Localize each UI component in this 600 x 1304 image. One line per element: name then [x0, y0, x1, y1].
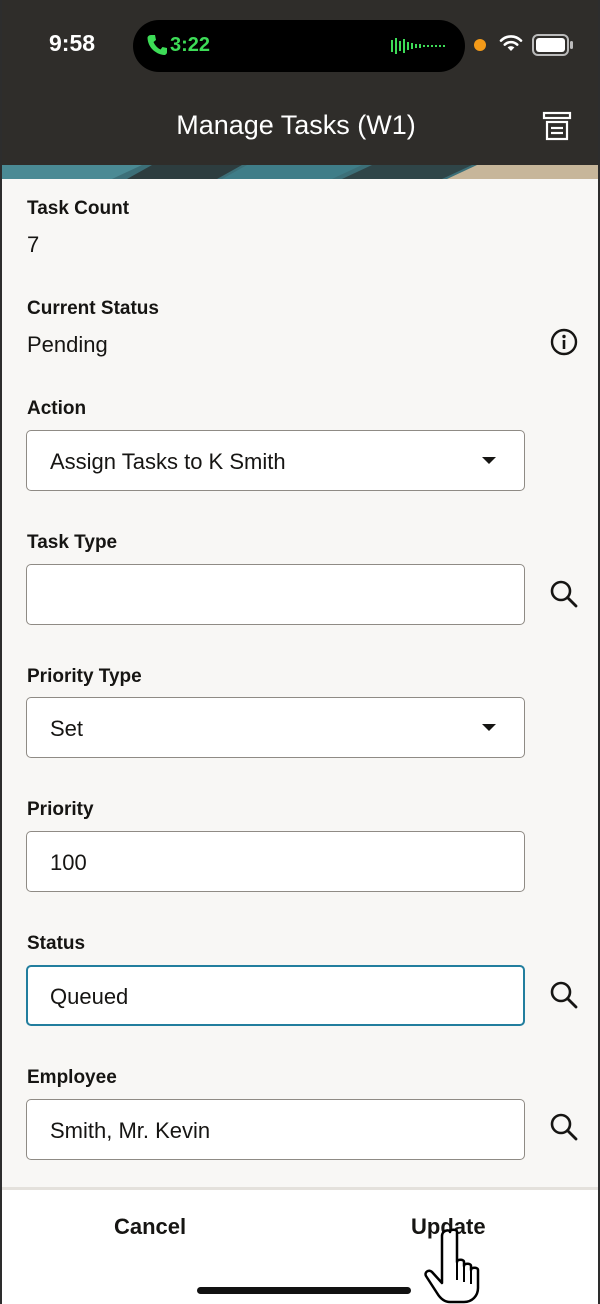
priority-type-select[interactable]: Set [26, 697, 525, 758]
dynamic-island[interactable]: 3:22 [133, 20, 465, 72]
status-input-value: Queued [50, 984, 129, 1009]
priority-input-value: 100 [50, 850, 87, 875]
header-banner-image [2, 165, 598, 179]
status-label: Status [27, 933, 86, 954]
employee-input[interactable]: Smith, Mr. Kevin [26, 1099, 525, 1160]
chevron-down-icon [482, 457, 496, 464]
action-footer: Cancel Update [2, 1187, 598, 1304]
cancel-button[interactable]: Cancel [114, 1212, 186, 1242]
task-count-value: 7 [27, 232, 40, 257]
search-icon[interactable] [549, 980, 579, 1010]
status-input[interactable]: Queued [26, 965, 525, 1026]
priority-type-label: Priority Type [27, 666, 142, 687]
priority-type-select-value: Set [50, 716, 84, 741]
hand-pointer-icon [424, 1228, 480, 1304]
chevron-down-icon [482, 724, 496, 731]
home-indicator[interactable] [197, 1287, 411, 1294]
task-type-input[interactable] [26, 564, 525, 625]
battery-icon [532, 34, 573, 56]
employee-input-value: Smith, Mr. Kevin [50, 1118, 211, 1143]
audio-waveform-icon [391, 38, 445, 54]
action-select-value: Assign Tasks to K Smith [50, 449, 286, 474]
microphone-indicator-dot [474, 39, 486, 51]
search-icon[interactable] [549, 1112, 579, 1142]
phone-icon [147, 35, 167, 55]
current-status-label: Current Status [27, 298, 159, 319]
task-count-label: Task Count [27, 198, 130, 219]
wifi-icon [499, 35, 523, 51]
device-screen: 9:58 3:22 Manage Tasks (W1) Task Count 7… [0, 0, 600, 1304]
priority-label: Priority [27, 799, 94, 820]
priority-input[interactable]: 100 [26, 831, 525, 892]
action-select[interactable]: Assign Tasks to K Smith [26, 430, 525, 491]
search-icon[interactable] [549, 579, 579, 609]
call-duration: 3:22 [170, 34, 211, 56]
current-status-value: Pending [27, 332, 108, 357]
overflow-menu-icon[interactable] [542, 111, 572, 141]
status-time: 9:58 [49, 30, 96, 56]
action-label: Action [27, 398, 87, 419]
page-title: Manage Tasks (W1) [176, 110, 416, 140]
employee-label: Employee [27, 1067, 117, 1088]
task-type-label: Task Type [27, 532, 118, 553]
app-header: 9:58 3:22 Manage Tasks (W1) [2, 0, 598, 165]
info-icon[interactable] [550, 328, 578, 356]
